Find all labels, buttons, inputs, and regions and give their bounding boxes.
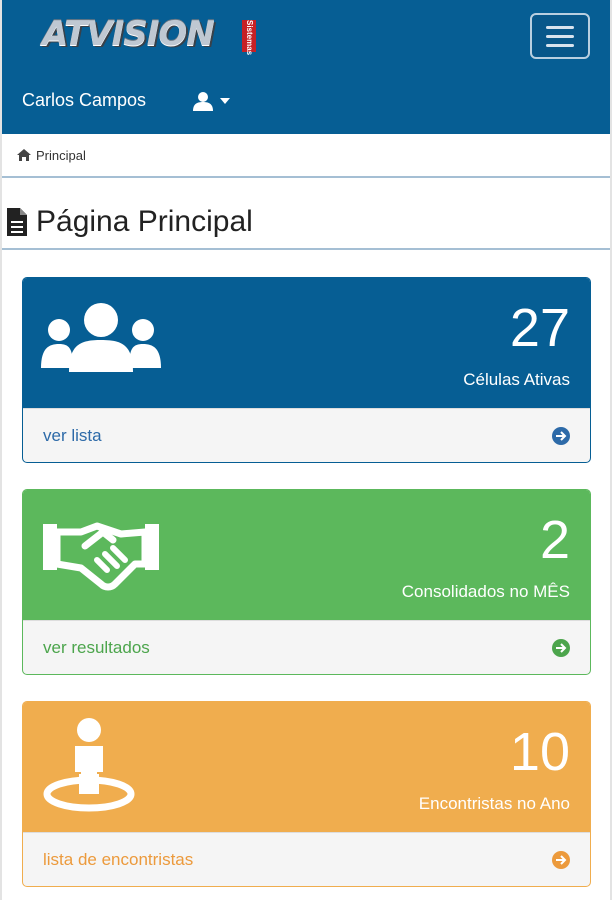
panel-celulas-ativas: 27 Células Ativas ver lista [22,277,591,463]
breadcrumb: Principal [2,134,610,178]
hamburger-icon-bar [546,34,574,38]
arrow-circle-right-icon [552,639,570,657]
person-marker-icon [43,718,135,812]
breadcrumb-item-principal[interactable]: Principal [36,148,86,163]
user-icon [193,92,213,111]
panel-heading: 2 Consolidados no MÊS [23,490,590,620]
panel-heading: 27 Células Ativas [23,278,590,408]
panel-caption: Células Ativas [463,370,570,389]
page-title: Página Principal [36,205,253,238]
panel-link-label: ver resultados [43,638,150,657]
panel-value: 10 [509,722,570,782]
panel-consolidados: 2 Consolidados no MÊS ver resultados [22,489,591,675]
page-heading: Página Principal [2,196,610,250]
panel-link-label: lista de encontristas [43,850,194,869]
page: ATVISION Sistemas Carlos Campos Principa… [0,0,612,900]
hamburger-icon-bar [546,43,574,47]
menu-toggle-button[interactable] [530,13,590,59]
arrow-circle-right-icon [552,851,570,869]
panel-footer-link[interactable]: ver resultados [23,620,590,674]
panel-value: 2 [539,510,570,570]
logo-tag: Sistemas [242,20,256,55]
panel-caption: Consolidados no MÊS [401,582,570,601]
hamburger-icon [546,25,574,29]
logo-text: ATVISION [42,14,215,54]
user-name-link[interactable]: Carlos Campos [22,90,146,111]
document-icon [7,208,27,236]
arrow-circle-right-icon [552,427,570,445]
panel-footer-link[interactable]: lista de encontristas [23,832,590,886]
panel-footer-link[interactable]: ver lista [23,408,590,462]
navbar: ATVISION Sistemas Carlos Campos [2,0,610,134]
caret-down-icon [220,98,230,104]
panel-caption: Encontristas no Ano [418,794,570,813]
user-dropdown-toggle[interactable] [192,88,230,114]
home-icon [17,149,31,161]
panel-encontristas: 10 Encontristas no Ano lista de encontri… [22,701,591,887]
handshake-icon [43,522,159,591]
panel-link-label: ver lista [43,426,102,445]
panel-heading: 10 Encontristas no Ano [23,702,590,832]
panel-value: 27 [509,298,570,358]
brand-logo[interactable]: ATVISION Sistemas [42,12,256,58]
users-group-icon [41,303,161,372]
